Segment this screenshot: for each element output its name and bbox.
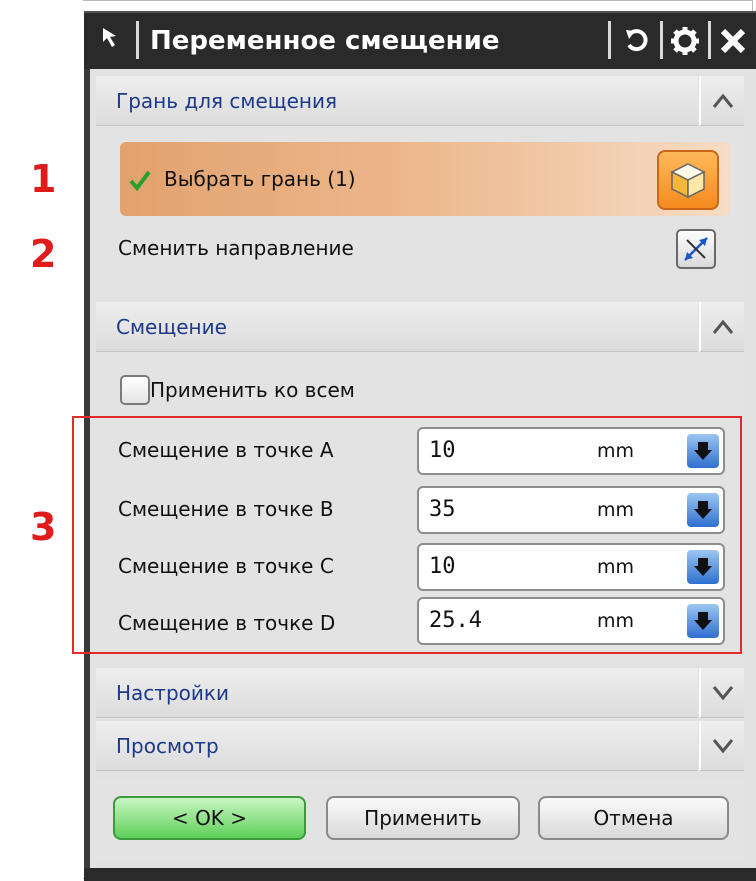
apply-button[interactable]: Применить bbox=[326, 796, 520, 840]
left-margin bbox=[1, 0, 83, 881]
offset-value: 25.4 bbox=[429, 608, 482, 633]
dropdown-arrow-icon[interactable] bbox=[687, 604, 719, 638]
offset-row-label: Смещение в точке B bbox=[118, 497, 334, 521]
annotation-number: 1 bbox=[30, 157, 57, 201]
reset-icon[interactable] bbox=[618, 23, 656, 59]
title-separator bbox=[708, 21, 711, 59]
checkmark-icon bbox=[128, 168, 152, 192]
section-collapse-offset[interactable] bbox=[699, 302, 744, 352]
cancel-button[interactable]: Отмена bbox=[538, 796, 729, 840]
offset-input-d[interactable]: 25.4 mm bbox=[417, 597, 725, 645]
dialog-bottom-edge bbox=[84, 868, 756, 881]
offset-row-label: Смещение в точке D bbox=[118, 611, 336, 635]
unit-label: mm bbox=[597, 610, 635, 632]
offset-input-c[interactable]: 10 mm bbox=[417, 543, 725, 591]
offset-row-label: Смещение в точке A bbox=[118, 438, 334, 462]
unit-label: mm bbox=[597, 556, 635, 578]
dialog-titlebar[interactable]: Переменное смещение bbox=[84, 11, 756, 69]
dropdown-arrow-icon[interactable] bbox=[687, 493, 719, 527]
cube-icon bbox=[670, 163, 706, 199]
dialog-title: Переменное смещение bbox=[150, 26, 500, 56]
select-face-row[interactable]: Выбрать грань (1) bbox=[120, 142, 730, 216]
chevron-up-icon bbox=[712, 93, 733, 108]
section-expand-settings[interactable] bbox=[699, 668, 744, 718]
reverse-direction-icon bbox=[684, 237, 708, 261]
section-title-settings: Настройки bbox=[116, 681, 229, 705]
apply-all-label: Применить ко всем bbox=[150, 378, 355, 402]
unit-label: mm bbox=[597, 499, 635, 521]
annotation-number: 3 bbox=[30, 505, 57, 549]
section-header-face[interactable]: Грань для смещения bbox=[96, 76, 698, 126]
chevron-down-icon bbox=[712, 685, 733, 700]
dropdown-arrow-icon[interactable] bbox=[687, 434, 719, 468]
pin-icon[interactable] bbox=[100, 25, 126, 53]
section-title-preview: Просмотр bbox=[116, 734, 219, 758]
unit-label: mm bbox=[597, 440, 635, 462]
annotation-number: 2 bbox=[30, 232, 57, 276]
gear-icon[interactable] bbox=[666, 23, 704, 59]
section-header-offset[interactable]: Смещение bbox=[96, 302, 698, 352]
section-title-face: Грань для смещения bbox=[116, 89, 338, 113]
section-title-offset: Смещение bbox=[116, 315, 227, 339]
dropdown-arrow-icon[interactable] bbox=[687, 550, 719, 584]
chevron-up-icon bbox=[712, 319, 733, 334]
select-face-button[interactable] bbox=[657, 150, 719, 210]
reverse-direction-button[interactable] bbox=[676, 229, 716, 269]
section-header-preview[interactable]: Просмотр bbox=[96, 721, 698, 771]
offset-input-a[interactable]: 10 mm bbox=[417, 427, 725, 475]
apply-all-checkbox[interactable] bbox=[120, 375, 150, 405]
select-face-label: Выбрать грань (1) bbox=[164, 167, 356, 191]
section-collapse-face[interactable] bbox=[699, 76, 744, 126]
ok-button[interactable]: < OK > bbox=[113, 796, 306, 840]
offset-value: 10 bbox=[429, 554, 456, 579]
close-icon[interactable] bbox=[714, 23, 752, 59]
title-separator bbox=[660, 21, 663, 59]
offset-value: 10 bbox=[429, 438, 456, 463]
section-expand-preview[interactable] bbox=[699, 721, 744, 771]
section-header-settings[interactable]: Настройки bbox=[96, 668, 698, 718]
title-separator bbox=[136, 21, 139, 59]
offset-input-b[interactable]: 35 mm bbox=[417, 486, 725, 534]
offset-row-label: Смещение в точке C bbox=[118, 554, 334, 578]
title-separator bbox=[608, 21, 611, 59]
chevron-down-icon bbox=[712, 738, 733, 753]
reverse-direction-label: Сменить направление bbox=[118, 236, 354, 260]
offset-value: 35 bbox=[429, 497, 456, 522]
